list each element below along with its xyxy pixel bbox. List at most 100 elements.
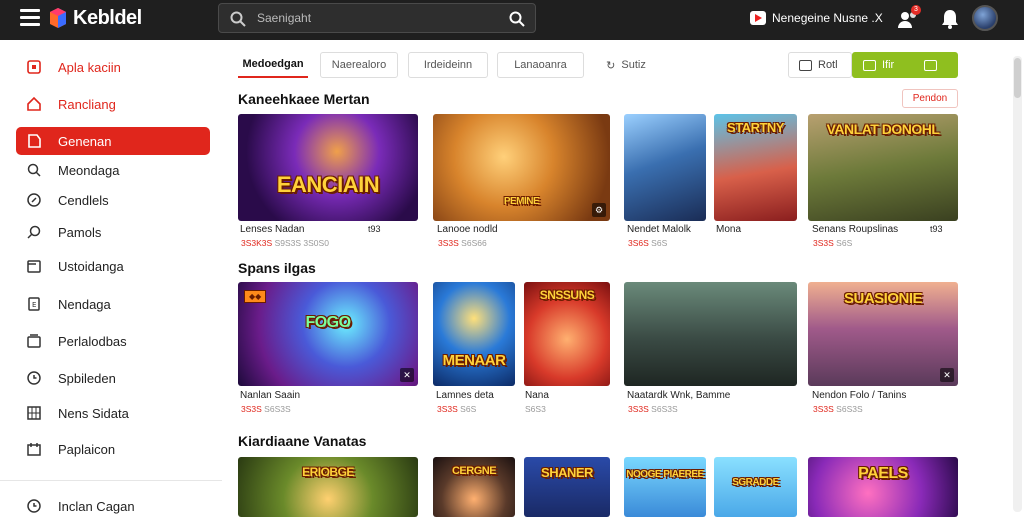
- tab-medoedgan[interactable]: Medoedgan: [238, 52, 308, 78]
- thumbnail-title: FOGO: [305, 314, 351, 331]
- sidebar-item-apla-kaciin[interactable]: Apla kaciin: [16, 53, 210, 81]
- logo-icon[interactable]: [48, 6, 68, 30]
- card-title[interactable]: Lamnes deta: [436, 390, 494, 401]
- sidebar-item-spbileden[interactable]: Spbileden: [16, 364, 210, 392]
- card-meta: 3S3S S6S: [813, 238, 853, 248]
- sidebar-item-label: Genenan: [58, 133, 112, 149]
- thumbnail-badge: ◆◆: [244, 290, 267, 303]
- grid-view-button[interactable]: Ifir: [852, 52, 958, 78]
- game-thumbnail[interactable]: [624, 114, 706, 221]
- list-view-button[interactable]: Rotl: [788, 52, 852, 78]
- notification-badge: 3: [911, 5, 921, 15]
- settings-icon[interactable]: ✕: [400, 368, 414, 382]
- friends-icon[interactable]: 3: [896, 5, 921, 31]
- tab-naerealoro[interactable]: Naerealoro: [320, 52, 398, 78]
- thumbnail-art: [624, 114, 706, 221]
- tab-sutiz[interactable]: ↻ Sutiz: [600, 52, 652, 78]
- sidebar-divider: [0, 480, 222, 481]
- thumbnail-title: VANLAT DONOHL: [826, 121, 940, 137]
- game-thumbnail[interactable]: CERGNE: [433, 457, 515, 517]
- clock-icon: [27, 371, 41, 385]
- game-thumbnail[interactable]: MENAAR: [433, 282, 515, 386]
- game-thumbnail[interactable]: PEMINE ⚙: [433, 114, 610, 221]
- sidebar-item-ustoidanga[interactable]: Ustoidanga: [16, 252, 210, 280]
- card-title[interactable]: Lenses Nadan: [240, 224, 305, 235]
- sidebar-item-pamols[interactable]: Pamols: [16, 218, 210, 246]
- sidebar-item-inclan-cagan[interactable]: Inclan Cagan: [16, 492, 210, 520]
- game-thumbnail[interactable]: VANLAT DONOHL: [808, 114, 958, 221]
- game-thumbnail[interactable]: STARTNY: [714, 114, 797, 221]
- search-input[interactable]: Saenigaht: [257, 11, 311, 25]
- sidebar-item-label: Nendaga: [58, 296, 111, 312]
- thumbnail-title: ERIOBGE: [302, 465, 354, 479]
- sidebar-item-perlalodbas[interactable]: Perlalodbas: [16, 327, 210, 355]
- card-title[interactable]: Nendet Malolk: [627, 224, 691, 235]
- settings-icon[interactable]: ⚙: [592, 203, 606, 217]
- svg-text:E: E: [32, 301, 36, 309]
- square-icon: [27, 60, 41, 74]
- card-title[interactable]: Senans Roupslinas: [812, 224, 898, 235]
- book-icon: E: [28, 297, 40, 311]
- home-icon: [27, 96, 41, 111]
- app-name[interactable]: Kebldel: [73, 7, 142, 30]
- settings-icon[interactable]: ✕: [940, 368, 954, 382]
- card-title[interactable]: Nanlan Saain: [240, 390, 300, 401]
- card-title[interactable]: Nana: [525, 390, 549, 401]
- card-extra: t93: [368, 224, 381, 234]
- grid-view-label: Ifir: [882, 59, 895, 71]
- thumbnail-title: MENAAR: [442, 352, 506, 369]
- sidebar-item-label: Ustoidanga: [58, 258, 124, 274]
- section-title: Kaneehkaee Mertan: [238, 91, 370, 107]
- thumbnail-art: [624, 282, 797, 386]
- sidebar-item-meondaga[interactable]: Meondaga: [16, 156, 210, 184]
- card-meta: 3S3S S6S66: [438, 238, 487, 248]
- thumbnail-title: PEMINE: [503, 196, 540, 207]
- scrollbar-thumb[interactable]: [1014, 58, 1021, 98]
- search-bar[interactable]: Saenigaht: [218, 3, 536, 33]
- expand-icon: [924, 59, 938, 71]
- tab-lanaoanra[interactable]: Lanaoanra: [497, 52, 584, 78]
- thumbnail-title: SHANER: [541, 465, 593, 480]
- card-meta: 3S3S S6S3S: [241, 404, 291, 414]
- game-thumbnail[interactable]: NOOGE PIAEREE: [624, 457, 706, 517]
- sidebar-item-label: Rancliang: [58, 96, 116, 112]
- menu-icon[interactable]: [20, 9, 40, 27]
- sync-icon: ↻: [606, 59, 616, 72]
- game-thumbnail[interactable]: ERIOBGE: [238, 457, 418, 517]
- card-title[interactable]: Nendon Folo / Tanins: [812, 390, 906, 401]
- sidebar-item-rancliang[interactable]: Rancliang: [16, 90, 210, 118]
- bell-icon[interactable]: [938, 7, 962, 31]
- card-meta: S6S3: [525, 404, 546, 414]
- sidebar-item-nendaga[interactable]: E Nendaga: [16, 290, 210, 318]
- card-meta: 3S6S S6S: [628, 238, 668, 248]
- game-thumbnail[interactable]: SGRADDE: [714, 457, 797, 517]
- see-all-button[interactable]: Pendon: [902, 89, 958, 108]
- game-thumbnail[interactable]: SHANER: [524, 457, 610, 517]
- card-title[interactable]: Naatardk Wnk, Bamme: [627, 390, 730, 401]
- game-thumbnail[interactable]: SNSSUNS: [524, 282, 610, 386]
- sidebar-item-label: Pamols: [58, 224, 102, 240]
- sidebar-item-paplaicon[interactable]: Paplaicon: [16, 435, 210, 463]
- game-thumbnail[interactable]: PAELS: [808, 457, 958, 517]
- thumbnail-title: SUASIONIE: [843, 290, 923, 307]
- search-submit-icon[interactable]: [508, 10, 526, 28]
- scrollbar-track[interactable]: [1013, 56, 1022, 512]
- game-thumbnail[interactable]: SUASIONIE ✕: [808, 282, 958, 386]
- game-thumbnail[interactable]: EANCIAIN: [238, 114, 418, 221]
- card-title[interactable]: Mona: [716, 224, 741, 235]
- tab-irdeideinn[interactable]: Irdeideinn: [408, 52, 488, 78]
- thumbnail-art: [624, 457, 706, 517]
- card-meta: 3S3K3S S9S3S 3S0S0: [241, 238, 329, 248]
- thumbnail-title: CERGNE: [451, 465, 497, 477]
- game-thumbnail[interactable]: ◆◆ FOGO ✕: [238, 282, 418, 386]
- sidebar-item-genenan[interactable]: Genenan: [16, 127, 210, 155]
- channel-button[interactable]: Nenegeine Nusne .X: [750, 9, 883, 27]
- sidebar-item-cendlels[interactable]: Cendlels: [16, 186, 210, 214]
- game-thumbnail[interactable]: [624, 282, 797, 386]
- thumbnail-art: [238, 114, 418, 221]
- search-icon: [27, 163, 41, 177]
- sidebar-item-nens-sidata[interactable]: Nens Sidata: [16, 399, 210, 427]
- card-title[interactable]: Lanooe nodld: [437, 224, 498, 235]
- thumbnail-title: STARTNY: [727, 120, 784, 135]
- avatar[interactable]: [972, 5, 998, 31]
